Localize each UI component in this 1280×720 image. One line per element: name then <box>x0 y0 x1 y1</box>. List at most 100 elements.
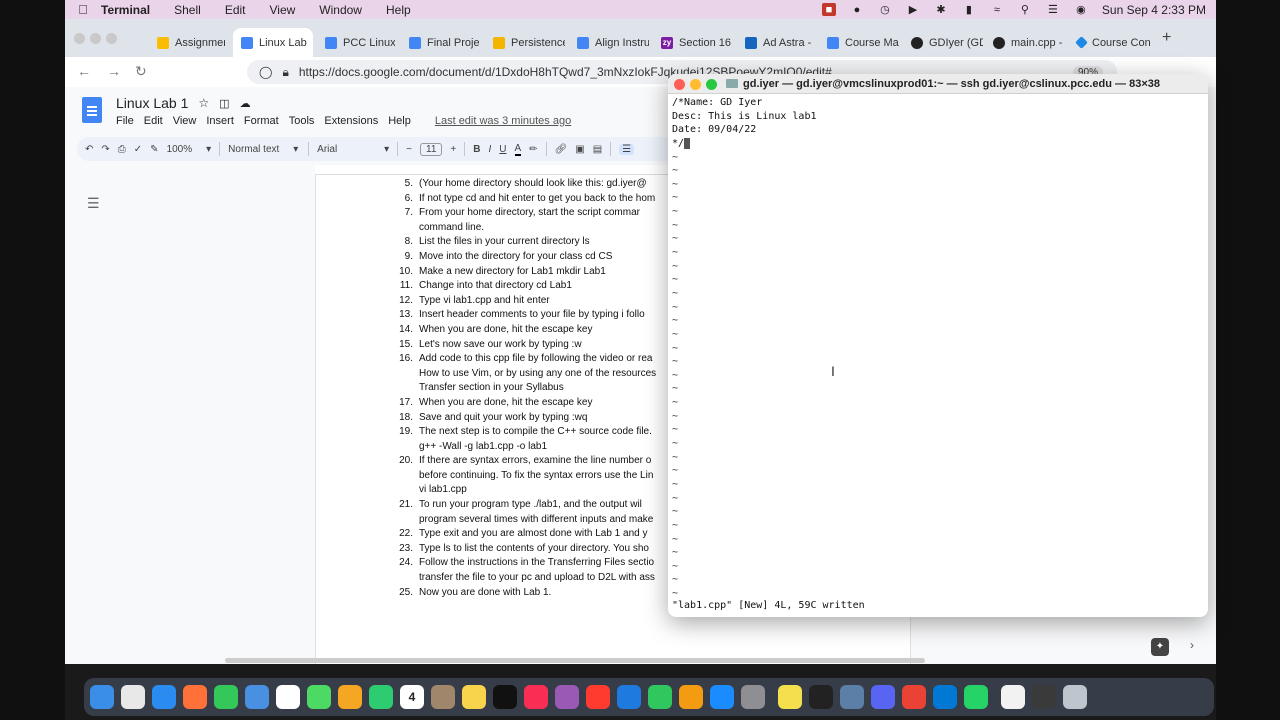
tab-final-project[interactable]: Final Projec <box>401 28 479 57</box>
firefox-icon[interactable] <box>183 685 207 709</box>
docs-menu-file[interactable]: File <box>116 115 134 127</box>
preview-icon[interactable] <box>840 685 864 709</box>
tab-ad-astra[interactable]: Ad Astra - <box>737 28 815 57</box>
connect-icon[interactable]: ✱ <box>934 3 948 16</box>
redo-icon[interactable]: ↷ <box>101 144 109 155</box>
appstore-icon[interactable] <box>710 685 734 709</box>
contacts-icon[interactable] <box>431 685 455 709</box>
tab-persistence[interactable]: Persistence <box>485 28 565 57</box>
discord-icon[interactable] <box>871 685 895 709</box>
docs-menu-extensions[interactable]: Extensions <box>324 115 378 127</box>
underline-icon[interactable]: U <box>499 144 506 155</box>
terminal-minimize-button[interactable] <box>690 79 701 90</box>
zoom-select[interactable]: 100% ▾ <box>167 144 212 155</box>
reminders-icon[interactable] <box>276 685 300 709</box>
pages-icon[interactable] <box>679 685 703 709</box>
image-icon[interactable]: ▤ <box>593 144 602 155</box>
terminal-buffer[interactable]: /*Name: GD Iyer Desc: This is Linux lab1… <box>672 96 1202 601</box>
facetime-icon[interactable] <box>369 685 393 709</box>
maps-icon[interactable] <box>307 685 331 709</box>
messages-icon[interactable] <box>214 685 238 709</box>
docs-menu-insert[interactable]: Insert <box>206 115 234 127</box>
tab-course-content[interactable]: Course Con <box>1069 28 1153 57</box>
style-select[interactable]: Normal text ▾ <box>228 144 300 155</box>
comment-icon[interactable]: ▣ <box>575 144 584 155</box>
mail-icon[interactable] <box>245 685 269 709</box>
photos-icon[interactable] <box>338 685 362 709</box>
menu-app-name[interactable]: Terminal <box>101 3 150 17</box>
battery-icon[interactable]: ▮ <box>962 3 976 16</box>
tab-course-map[interactable]: Course Map <box>819 28 899 57</box>
menu-item-help[interactable]: Help <box>386 3 411 17</box>
news-icon[interactable] <box>586 685 610 709</box>
finder-icon[interactable] <box>90 685 114 709</box>
move-folder-icon[interactable]: ◫ <box>219 97 229 110</box>
print-icon[interactable]: ⎙ <box>118 144 126 155</box>
terminal-icon[interactable] <box>809 685 833 709</box>
font-size-field[interactable]: 11 <box>420 142 443 156</box>
star-icon[interactable]: ☆ <box>198 96 209 110</box>
numbers-icon[interactable] <box>648 685 672 709</box>
explore-icon[interactable]: ✦ <box>1151 638 1169 656</box>
docs-menu-edit[interactable]: Edit <box>144 115 163 127</box>
doc-title[interactable]: Linux Lab 1 <box>116 95 188 111</box>
chrome-icon[interactable] <box>902 685 926 709</box>
tab-main-cpp[interactable]: main.cpp - <box>985 28 1065 57</box>
document-outline-icon[interactable]: ☰ <box>87 195 100 212</box>
lock-icon[interactable]: 🔒︎ <box>282 65 288 80</box>
keynote-icon[interactable] <box>617 685 641 709</box>
docs-menu-help[interactable]: Help <box>388 115 411 127</box>
chevron-right-icon[interactable]: › <box>1190 638 1194 652</box>
tab-pcc-linux[interactable]: PCC Linux <box>317 28 395 57</box>
notes-icon[interactable] <box>462 685 486 709</box>
tab-assignment[interactable]: Assignment <box>149 28 225 57</box>
search-icon[interactable]: ⚲ <box>1018 3 1032 16</box>
shield-icon[interactable]: ◯ <box>259 65 272 79</box>
siri-icon[interactable]: ◉ <box>1074 3 1088 16</box>
launchpad-icon[interactable] <box>121 685 145 709</box>
reload-icon[interactable]: ↻ <box>135 63 147 80</box>
folder-icon[interactable] <box>1032 685 1056 709</box>
undo-icon[interactable]: ↶ <box>85 144 93 155</box>
align-left-icon[interactable]: ☰ <box>619 143 635 155</box>
new-tab-button[interactable]: + <box>1162 29 1171 47</box>
italic-icon[interactable]: I <box>488 144 491 155</box>
trash-icon[interactable] <box>1063 685 1087 709</box>
podcasts-icon[interactable] <box>555 685 579 709</box>
paint-format-icon[interactable]: ✎ <box>150 144 158 155</box>
terminal-title-bar[interactable]: gd.iyer — gd.iyer@vmcslinuxprod01:~ — ss… <box>668 74 1208 94</box>
stickies-icon[interactable] <box>778 685 802 709</box>
window-minimize-button[interactable] <box>90 33 101 44</box>
terminal-window[interactable]: gd.iyer — gd.iyer@vmcslinuxprod01:~ — ss… <box>668 74 1208 617</box>
document-icon[interactable] <box>1001 685 1025 709</box>
last-edit-link[interactable]: Last edit was 3 minutes ago <box>435 115 571 127</box>
vscode-icon[interactable] <box>933 685 957 709</box>
spellcheck-icon[interactable]: ✓ <box>134 144 142 155</box>
docs-menu-format[interactable]: Format <box>244 115 279 127</box>
whatsapp-icon[interactable] <box>964 685 988 709</box>
font-select[interactable]: Arial ▾ <box>317 144 389 155</box>
music-icon[interactable] <box>524 685 548 709</box>
wifi-icon[interactable]: ≈ <box>990 3 1004 16</box>
terminal-zoom-button[interactable] <box>706 79 717 90</box>
text-color-icon[interactable]: A <box>514 143 522 156</box>
menu-item-edit[interactable]: Edit <box>225 3 246 17</box>
record-icon[interactable]: ■ <box>821 3 836 16</box>
calendar-icon[interactable]: 4 <box>400 685 424 709</box>
play-icon[interactable]: ▶ <box>906 3 920 16</box>
window-close-button[interactable] <box>74 33 85 44</box>
timer-icon[interactable]: ◷ <box>878 3 892 16</box>
menu-item-window[interactable]: Window <box>319 3 362 17</box>
menu-clock[interactable]: Sun Sep 4 2:33 PM <box>1102 3 1206 17</box>
tab-align-instructions[interactable]: Align Instru <box>569 28 649 57</box>
docs-menu-view[interactable]: View <box>173 115 197 127</box>
increase-font-icon[interactable]: + <box>450 144 456 155</box>
safari-icon[interactable] <box>152 685 176 709</box>
control-center-icon[interactable]: ☰ <box>1046 3 1060 16</box>
docs-menu-tools[interactable]: Tools <box>289 115 315 127</box>
forward-icon[interactable]: → <box>107 63 121 79</box>
window-zoom-button[interactable] <box>106 33 117 44</box>
menu-item-shell[interactable]: Shell <box>174 3 201 17</box>
back-icon[interactable]: ← <box>77 63 91 79</box>
cloud-icon[interactable]: ☁ <box>240 97 251 110</box>
